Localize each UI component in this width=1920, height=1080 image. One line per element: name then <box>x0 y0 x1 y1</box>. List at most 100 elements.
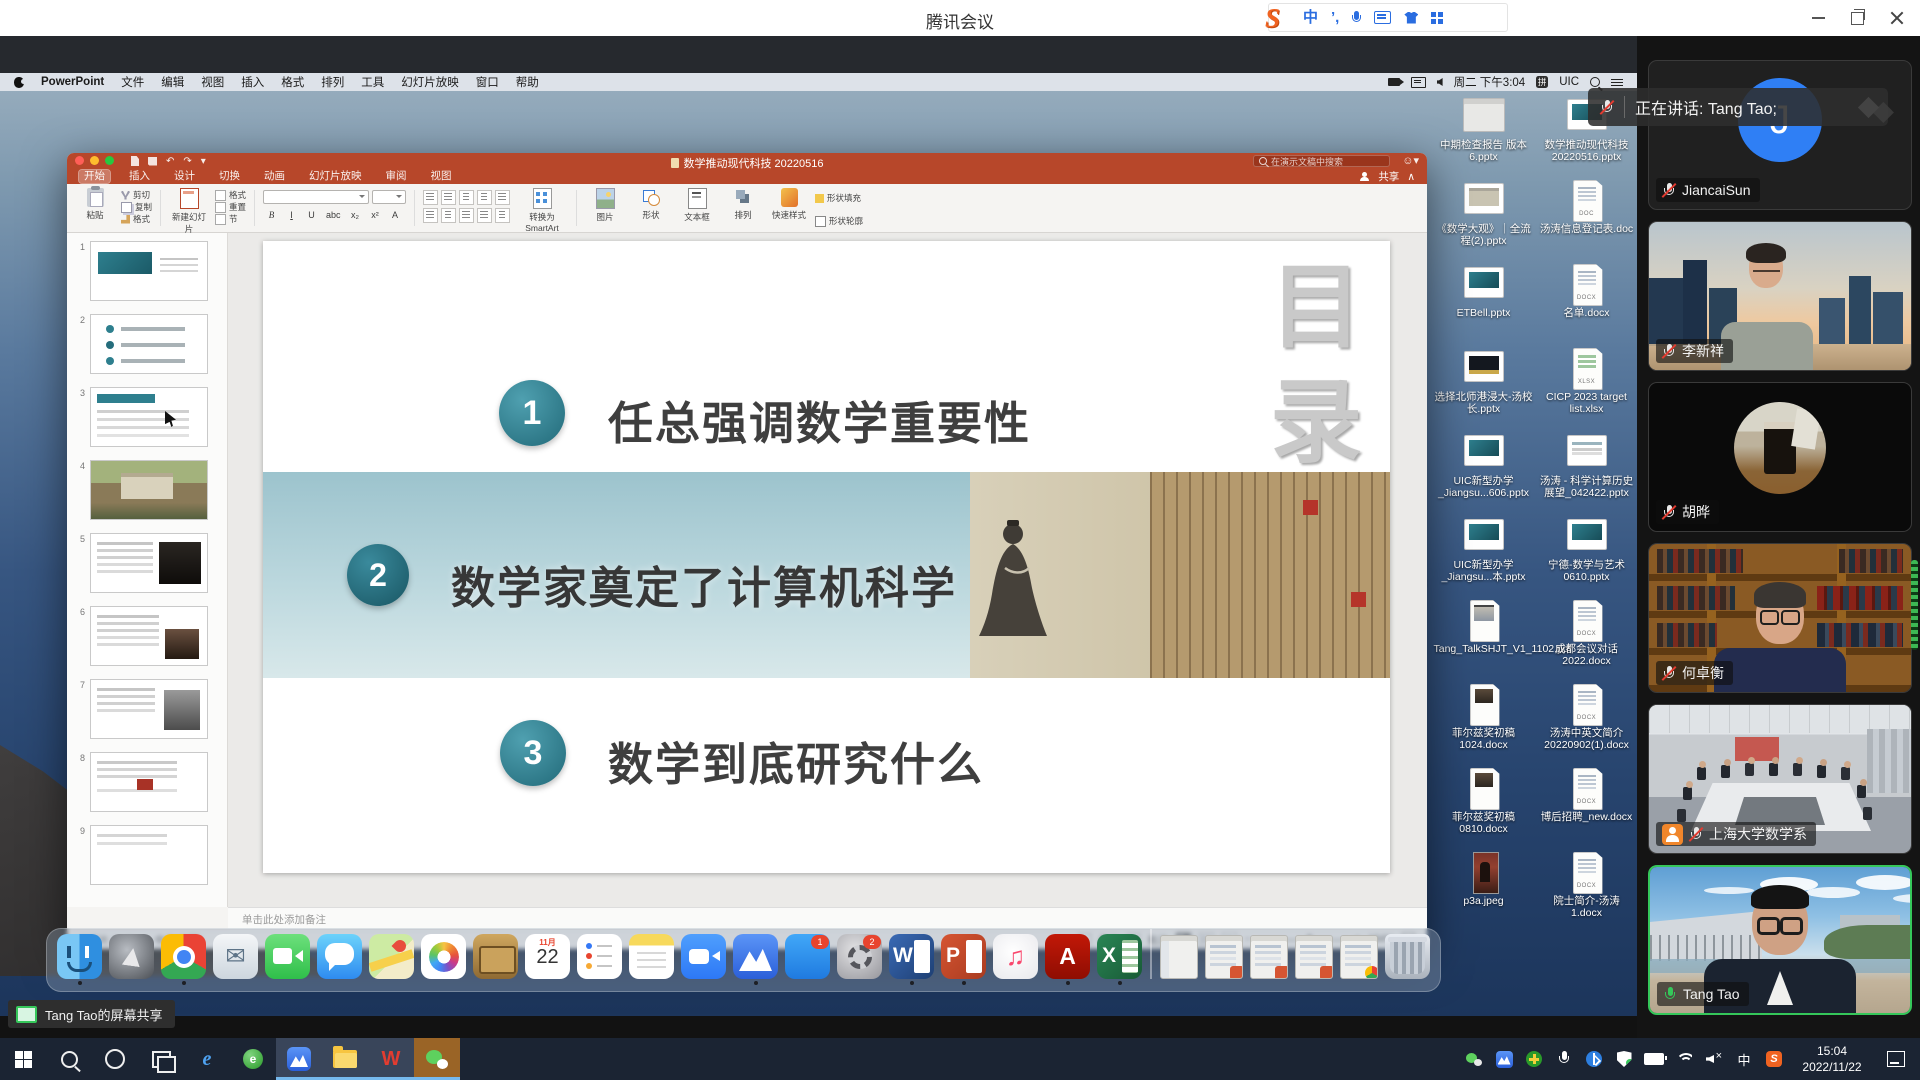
tab-review[interactable]: 审阅 <box>381 170 412 183</box>
slide-thumbnail[interactable] <box>90 387 208 447</box>
font-size-select[interactable] <box>372 190 406 204</box>
dock-app-icon[interactable]: W <box>889 934 934 979</box>
ime-skin-icon[interactable] <box>1404 12 1418 24</box>
taskbar-app-wechat[interactable] <box>414 1038 460 1080</box>
dock-app-icon[interactable] <box>421 934 466 979</box>
columns-button[interactable] <box>495 208 510 223</box>
dock-app-icon[interactable]: 1 <box>785 934 830 979</box>
spotlight-icon[interactable] <box>1590 77 1600 87</box>
dock-item[interactable]: 1 <box>785 934 830 985</box>
section-button[interactable]: 节 <box>215 213 246 225</box>
slide-thumbnail-row[interactable]: 8 <box>67 752 227 812</box>
dock-item[interactable] <box>421 934 466 985</box>
cut-button[interactable]: 剪切 <box>121 189 152 201</box>
tray-bluetooth[interactable] <box>1580 1038 1608 1080</box>
dock-item[interactable] <box>473 934 518 985</box>
char-format-button[interactable]: A <box>387 207 404 222</box>
dock-app-icon[interactable] <box>473 934 518 979</box>
dock-app-icon[interactable]: ✉ <box>213 934 258 979</box>
dock-app-icon[interactable] <box>369 934 414 979</box>
indent-decrease-button[interactable] <box>459 190 474 205</box>
dock-app-icon[interactable] <box>1250 935 1288 979</box>
bullets-button[interactable] <box>423 190 438 205</box>
current-slide[interactable]: 目 录 1 任总强调数学重要性 <box>263 241 1390 873</box>
char-format-button[interactable]: U <box>303 207 320 222</box>
tray-wechat[interactable] <box>1460 1038 1488 1080</box>
tab-home[interactable]: 开始 <box>79 170 110 183</box>
dock-item[interactable] <box>629 934 674 985</box>
tab-slideshow[interactable]: 幻灯片放映 <box>304 170 367 183</box>
line-spacing-button[interactable] <box>495 190 510 205</box>
desktop-icon[interactable]: 宁德-数学与艺术 0610.pptx <box>1535 516 1637 600</box>
slide-thumbnail-row[interactable]: 1 <box>67 241 227 301</box>
dock-app-icon[interactable] <box>681 934 726 979</box>
desktop-icon[interactable]: 选择北师港浸大-汤校长.pptx <box>1432 348 1535 432</box>
participant-tile-jiancaisun[interactable]: J JiancaiSun <box>1648 60 1912 210</box>
desktop-icon[interactable]: DOCX 名单.docx <box>1535 264 1637 348</box>
notification-center-icon[interactable] <box>1611 78 1623 87</box>
menu-powerpoint[interactable]: PowerPoint <box>41 76 104 88</box>
ime-mic-icon[interactable] <box>1352 11 1361 25</box>
desktop-icon[interactable]: DOCX 院士简介-汤涛 1.docx <box>1535 852 1637 936</box>
dock-item[interactable]: P <box>941 934 986 985</box>
tab-transitions[interactable]: 切换 <box>214 170 245 183</box>
tray-meeting[interactable] <box>1490 1038 1518 1080</box>
slide-thumbnail-row[interactable]: 7 <box>67 679 227 739</box>
dock-item[interactable]: 11月 22 <box>525 934 570 985</box>
dock-item[interactable]: ♫ <box>993 934 1038 985</box>
tab-insert[interactable]: 插入 <box>124 170 155 183</box>
dock-item[interactable]: W <box>889 934 934 985</box>
char-format-button[interactable]: abc <box>323 207 344 222</box>
menu-insert[interactable]: 插入 <box>241 74 264 90</box>
tray-ime[interactable]: 中 <box>1730 1038 1758 1080</box>
dock-item[interactable] <box>1385 934 1430 985</box>
desktop-icon[interactable]: 菲尔兹奖初稿 0810.docx <box>1432 768 1535 852</box>
ime-punctuation-icon[interactable]: ’, <box>1331 10 1339 25</box>
tray-sogou[interactable]: S <box>1760 1038 1788 1080</box>
slide-thumbnail[interactable] <box>90 752 208 812</box>
menubar-clock[interactable]: 周二 下午3:04 <box>1454 74 1526 90</box>
slide-thumbnail[interactable] <box>90 606 208 666</box>
tray-volume-muted[interactable] <box>1700 1038 1728 1080</box>
menubar-keyboard-icon[interactable] <box>1411 77 1426 88</box>
dock-item[interactable]: ✉ <box>213 934 258 985</box>
dock-app-icon[interactable] <box>1385 934 1430 979</box>
taskbar-app-explorer[interactable] <box>322 1038 368 1080</box>
desktop-icon[interactable]: DOCX 成都会议对话 2022.docx <box>1535 600 1637 684</box>
slide-thumbnail[interactable] <box>90 460 208 520</box>
dock-item[interactable] <box>109 934 154 985</box>
align-left-button[interactable] <box>423 208 438 223</box>
tray-microphone[interactable] <box>1550 1038 1578 1080</box>
taskbar-app-wps[interactable]: W <box>368 1038 414 1080</box>
align-center-button[interactable] <box>441 208 456 223</box>
slide-layout-button[interactable]: 格式 <box>215 189 246 201</box>
dock-app-icon[interactable] <box>577 934 622 979</box>
desktop-icon[interactable]: 中期检查报告 版本6.pptx <box>1432 96 1535 180</box>
dock-app-icon[interactable] <box>317 934 362 979</box>
ime-toolbox-icon[interactable] <box>1431 12 1443 24</box>
tab-design[interactable]: 设计 <box>169 170 200 183</box>
desktop-icon[interactable]: UIC新型办学_Jiangsu...本.pptx <box>1432 516 1535 600</box>
menubar-camera-icon[interactable] <box>1388 78 1400 86</box>
desktop-icon[interactable]: ETBell.pptx <box>1432 264 1535 348</box>
dock-item[interactable] <box>733 934 778 985</box>
toc-item-3-text[interactable]: 数学到底研究什么 <box>608 728 984 793</box>
sogou-ime-toolbar[interactable]: S 中 ’, <box>1268 3 1508 32</box>
edge-button[interactable]: e <box>184 1038 230 1080</box>
close-button[interactable] <box>1890 11 1904 25</box>
quick-styles-button[interactable]: 快速样式 <box>769 188 809 221</box>
dock-item[interactable] <box>1250 935 1288 985</box>
menu-view[interactable]: 视图 <box>201 74 224 90</box>
participant-tile-huye[interactable]: 胡晔 <box>1648 382 1912 532</box>
participant-tile-tangtao[interactable]: Tang Tao <box>1648 865 1912 1015</box>
tray-battery[interactable] <box>1640 1038 1668 1080</box>
menu-slideshow[interactable]: 幻灯片放映 <box>401 74 459 90</box>
reset-button[interactable]: 重置 <box>215 201 246 213</box>
dock-item[interactable] <box>1205 935 1243 985</box>
dock-app-icon[interactable] <box>57 934 102 979</box>
toc-item-1-text[interactable]: 任总强调数学重要性 <box>608 387 1031 452</box>
dock-item[interactable] <box>681 934 726 985</box>
desktop-icon[interactable]: Tang_TalkSHJT_V1_1102.pdf <box>1432 600 1535 684</box>
tab-animations[interactable]: 动画 <box>259 170 290 183</box>
participant-tile-shu-math-dept[interactable]: 上海大学数学系 <box>1648 704 1912 854</box>
